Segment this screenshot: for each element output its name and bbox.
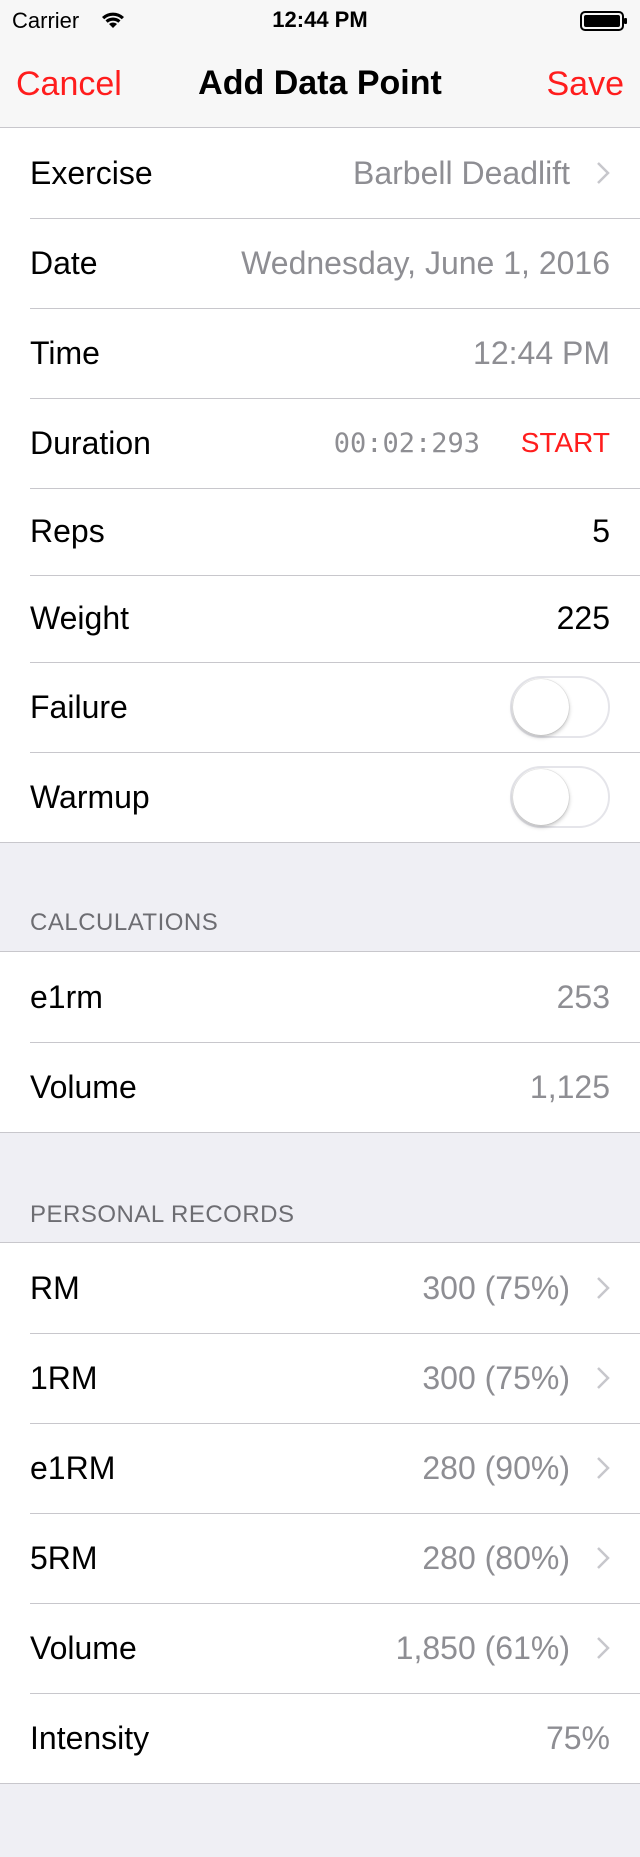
calc-label: e1rm [30, 978, 103, 1015]
chevron-right-icon [597, 162, 610, 184]
status-bar: Carrier 12:44 PM [0, 0, 640, 40]
reps-value[interactable]: 5 [592, 488, 610, 575]
weight-label: Weight [30, 600, 130, 636]
status-time: 12:44 PM [272, 7, 368, 32]
failure-label: Failure [30, 688, 128, 725]
record-row[interactable]: 1RM 300 (75%) [0, 1333, 640, 1423]
calc-value: 253 [556, 978, 610, 1015]
calculations-header: CALCULATIONS [30, 909, 219, 936]
time-value: 12:44 PM [473, 334, 610, 371]
calc-label: Volume [30, 1068, 137, 1105]
chevron-right-icon [597, 1457, 610, 1479]
personal-records-group: RM 300 (75%) 1RM 300 (75%) e1RM 280 (90%… [0, 1242, 640, 1784]
record-value: 1,850 (61%) [395, 1629, 570, 1666]
page-title: Add Data Point [198, 64, 442, 102]
navigation-bar: Cancel Add Data Point Save [0, 40, 640, 128]
date-value: Wednesday, June 1, 2016 [241, 244, 610, 281]
weight-value[interactable]: 225 [557, 575, 610, 662]
record-value: 75% [545, 1719, 610, 1756]
date-row[interactable]: Date Wednesday, June 1, 2016 [0, 218, 640, 308]
record-row[interactable]: e1RM 280 (90%) [0, 1423, 640, 1513]
warmup-row: Warmup [0, 752, 640, 842]
duration-row: Duration 00:02:293 START [0, 398, 640, 488]
weight-row[interactable]: Weight 225 [0, 575, 640, 662]
duration-label: Duration [30, 424, 151, 461]
record-value: 280 (80%) [422, 1539, 570, 1576]
reps-label: Reps [30, 513, 105, 549]
exercise-row[interactable]: Exercise Barbell Deadlift [0, 128, 640, 218]
record-label: 1RM [30, 1359, 98, 1396]
record-row: Intensity 75% [0, 1693, 640, 1783]
exercise-label: Exercise [30, 154, 153, 191]
record-value: 300 (75%) [422, 1359, 570, 1396]
time-row[interactable]: Time 12:44 PM [0, 308, 640, 398]
warmup-toggle[interactable] [510, 766, 610, 828]
calculations-group: e1rm 253 Volume 1,125 [0, 951, 640, 1133]
chevron-right-icon [597, 1637, 610, 1659]
record-value: 280 (90%) [422, 1449, 570, 1486]
record-row[interactable]: RM 300 (75%) [0, 1243, 640, 1333]
record-label: RM [30, 1269, 80, 1306]
date-label: Date [30, 244, 98, 281]
record-row[interactable]: Volume 1,850 (61%) [0, 1603, 640, 1693]
record-label: e1RM [30, 1449, 116, 1486]
record-label: Intensity [30, 1719, 150, 1756]
personal-records-header: PERSONAL RECORDS [30, 1201, 295, 1228]
warmup-label: Warmup [30, 778, 150, 815]
battery-icon [580, 11, 627, 31]
duration-value: 00:02:293 [333, 427, 480, 459]
record-label: 5RM [30, 1539, 98, 1576]
toggle-knob [513, 769, 569, 825]
failure-toggle[interactable] [510, 676, 610, 738]
calc-row: Volume 1,125 [0, 1042, 640, 1132]
chevron-right-icon [597, 1277, 610, 1299]
reps-row[interactable]: Reps 5 [0, 488, 640, 575]
record-value: 300 (75%) [422, 1269, 570, 1306]
record-row[interactable]: 5RM 280 (80%) [0, 1513, 640, 1603]
calc-row: e1rm 253 [0, 952, 640, 1042]
time-label: Time [30, 334, 100, 371]
toggle-knob [513, 679, 569, 735]
chevron-right-icon [597, 1367, 610, 1389]
record-label: Volume [30, 1629, 137, 1666]
save-button[interactable]: Save [547, 65, 625, 104]
exercise-value: Barbell Deadlift [353, 154, 570, 191]
start-timer-button[interactable]: START [521, 398, 610, 488]
data-point-form: Exercise Barbell Deadlift Date Wednesday… [0, 128, 640, 843]
chevron-right-icon [597, 1547, 610, 1569]
calc-value: 1,125 [529, 1068, 610, 1105]
failure-row: Failure [0, 662, 640, 752]
